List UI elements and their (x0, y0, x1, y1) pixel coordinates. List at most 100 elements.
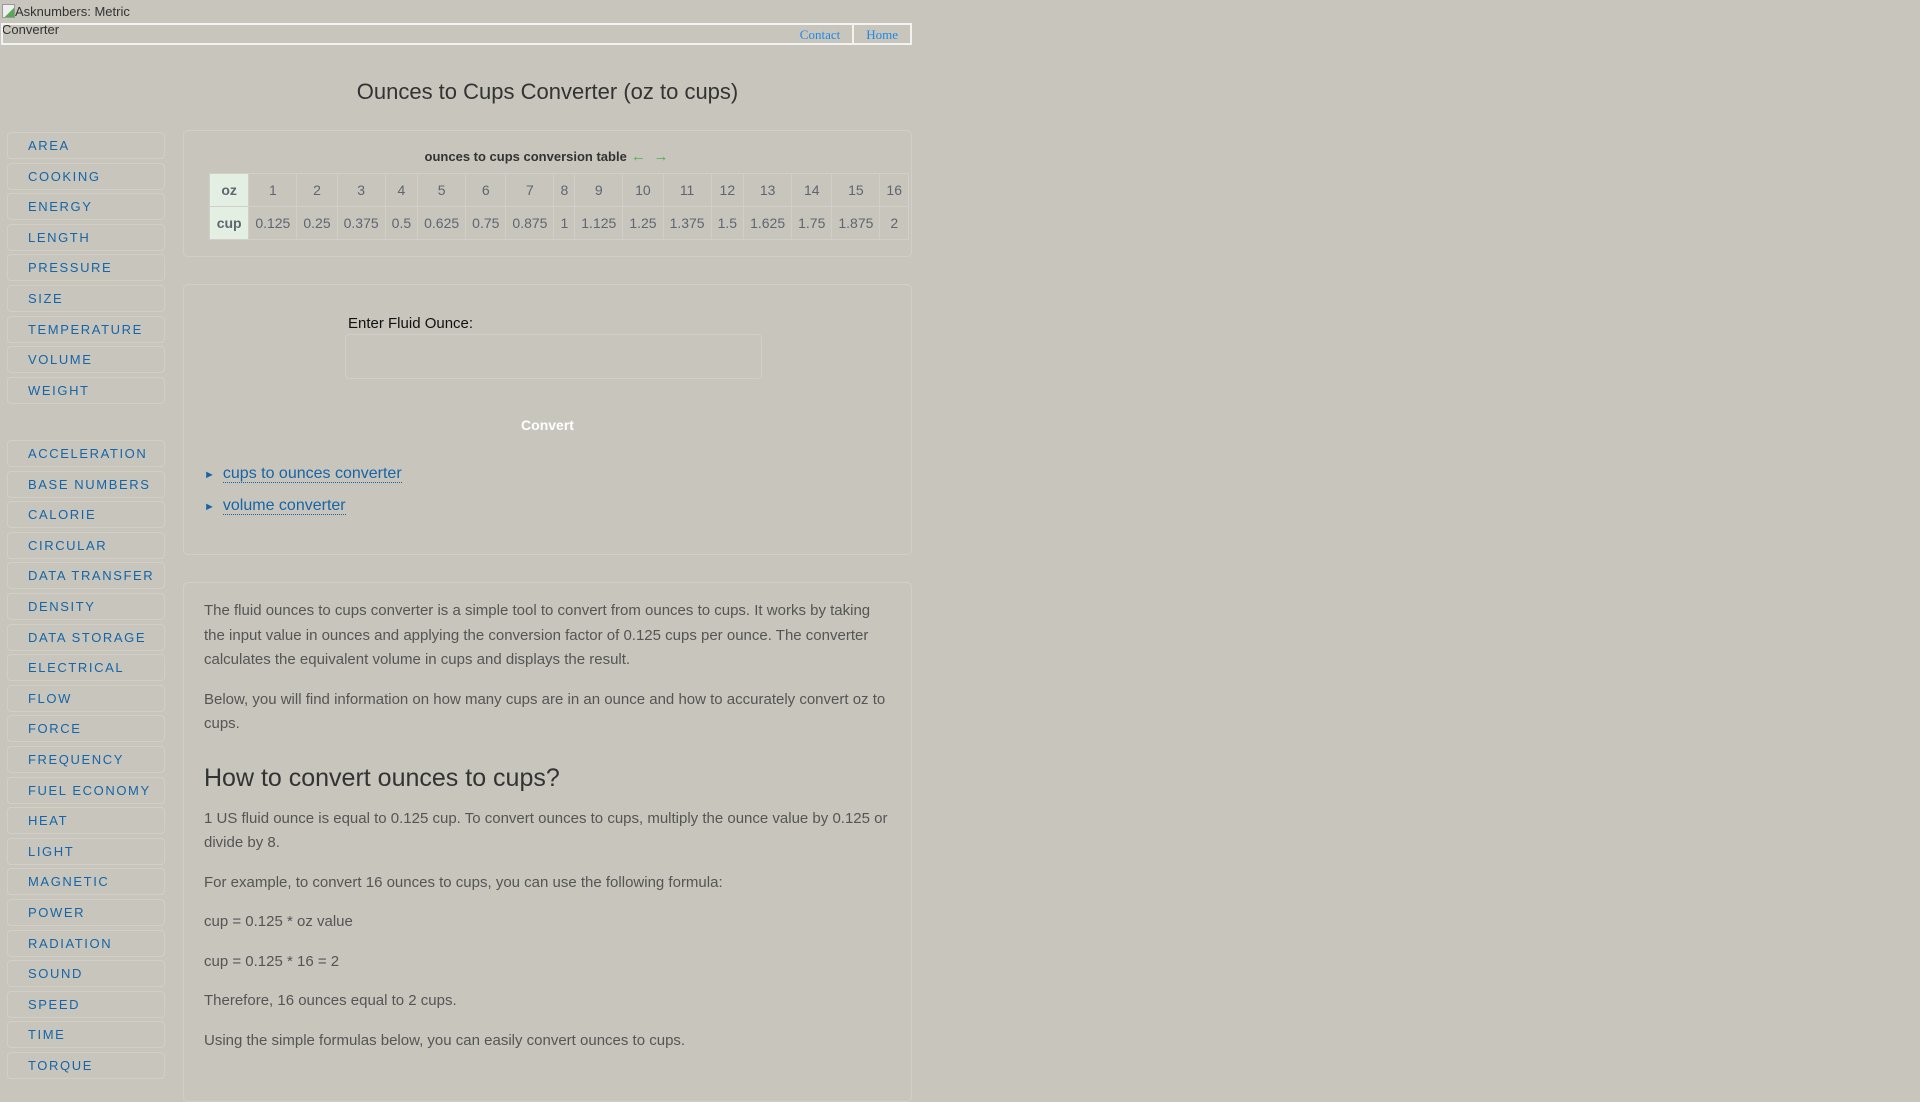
converter-form-panel: Enter Fluid Ounce: Convert ► cups to ounc… (183, 284, 912, 555)
table-caption-text: ounces to cups conversion table (424, 149, 627, 164)
article-paragraph: Using the simple formulas below, you can… (204, 1031, 686, 1049)
header-bar: Contact Home (1, 23, 912, 45)
sidebar-item[interactable]: FORCE (7, 715, 165, 743)
table-cell-oz: 5 (417, 173, 467, 207)
conversion-table-panel: ounces to cups conversion table ← → oz 1 2 3… (183, 130, 912, 257)
table-cell-oz: 1 (248, 173, 298, 207)
table-cell-cup: 1 (553, 206, 576, 240)
article-panel: The fluid ounces to cups converter is a … (183, 582, 912, 1102)
fluid-ounce-label: Enter Fluid Ounce: (348, 315, 474, 332)
sidebar-item[interactable]: MAGNETIC (7, 868, 165, 896)
article-paragraph: 1 US fluid ounce is equal to 0.125 cup. … (204, 809, 888, 852)
conversion-table: oz 1 2 3 4 5 6 7 8 9 10 11 12 13 14 15 16 cup 0.125 0.25 0.… (208, 173, 909, 240)
table-cell-cup: 1.375 (662, 206, 712, 240)
table-row-oz: oz 1 2 3 4 5 6 7 8 9 10 11 12 13 14 15 16 (208, 173, 909, 207)
sidebar-item[interactable]: AREA (7, 132, 165, 159)
formula-line: cup = 0.125 * oz value (204, 913, 353, 930)
article-paragraph: Below, you will find information on how … (204, 690, 886, 733)
sidebar-item[interactable]: TORQUE (7, 1051, 165, 1079)
table-cell-oz: 11 (662, 173, 712, 207)
table-cell-cup: 1.875 (831, 206, 881, 240)
nav-contact[interactable]: Contact (788, 25, 852, 43)
table-cell-oz: 14 (791, 173, 833, 207)
sidebar-item[interactable]: DENSITY (7, 592, 165, 620)
sidebar-item[interactable]: CALORIE (7, 501, 165, 529)
row-header-cup: cup (208, 206, 250, 240)
table-cell-cup: 1.5 (710, 206, 745, 240)
table-cell-cup: 0.75 (465, 206, 507, 240)
sidebar-item[interactable]: FLOW (7, 684, 165, 712)
table-cell-cup: 0.5 (384, 206, 419, 240)
related-link-item: ► cups to ounces converter (204, 465, 402, 483)
sidebar-item[interactable]: FUEL ECONOMY (7, 776, 165, 804)
table-cell-cup: 0.625 (417, 206, 467, 240)
article-paragraph: The fluid ounces to cups converter is a … (204, 602, 871, 668)
article-paragraph: For example, to convert 16 ounces to cup… (204, 873, 723, 891)
table-cell-oz: 9 (574, 173, 624, 207)
sidebar-item[interactable]: TEMPERATURE (7, 315, 165, 343)
table-cell-cup: 1.25 (622, 206, 664, 240)
table-cell-cup: 0.375 (336, 206, 386, 240)
table-cell-cup: 1.625 (743, 206, 793, 240)
page-title: Ounces to Cups Converter (oz to cups) (356, 79, 739, 104)
arrow-right-icon[interactable]: → (653, 148, 668, 165)
table-cell-cup: 0.25 (296, 206, 338, 240)
table-cell-oz: 8 (553, 173, 576, 207)
sidebar-item[interactable]: RADIATION (7, 929, 165, 957)
triangle-right-icon: ► (204, 501, 215, 513)
table-cell-oz: 16 (879, 173, 909, 207)
related-link-item: ► volume converter (204, 497, 346, 515)
sidebar-item[interactable]: LIGHT (7, 837, 165, 865)
fluid-ounce-input[interactable] (345, 334, 762, 379)
sidebar-item[interactable]: FREQUENCY (7, 745, 165, 773)
table-cell-oz: 12 (710, 173, 745, 207)
table-cell-oz: 7 (505, 173, 555, 207)
sidebar-item[interactable]: COOKING (7, 162, 165, 190)
table-cell-cup: 1.75 (791, 206, 833, 240)
sidebar-item[interactable]: DATA TRANSFER (7, 562, 165, 590)
formula-line: cup = 0.125 * 16 = 2 (204, 952, 340, 970)
arrow-left-icon[interactable]: ← (631, 148, 646, 165)
nav-home[interactable]: Home (852, 25, 912, 43)
sidebar-item[interactable]: BASE NUMBERS (7, 470, 165, 498)
table-row-cup: cup 0.125 0.25 0.375 0.5 0.625 0.75 0.875 1 1.125… (208, 206, 909, 240)
cups-to-ounces-link[interactable]: cups to ounces converter (222, 465, 402, 483)
sidebar-item[interactable]: POWER (7, 898, 165, 926)
article-paragraph: Therefore, 16 ounces equal to 2 cups. (204, 992, 457, 1009)
table-cell-cup: 2 (879, 206, 909, 240)
sidebar-item[interactable]: ACCELERATION (7, 440, 165, 467)
sidebar-item[interactable]: CIRCULAR (7, 531, 165, 559)
sidebar-item[interactable]: HEAT (7, 807, 165, 835)
triangle-right-icon: ► (204, 469, 215, 481)
table-cell-oz: 2 (296, 173, 338, 207)
broken-image-icon (2, 4, 15, 18)
sidebar-item[interactable]: ENERGY (7, 193, 165, 221)
sidebar-item[interactable]: DATA STORAGE (7, 623, 165, 651)
table-cell-oz: 10 (622, 173, 664, 207)
sidebar-item[interactable]: TIME (7, 1021, 165, 1049)
sidebar-item[interactable]: PRESSURE (7, 254, 165, 282)
row-header-oz: oz (208, 173, 250, 207)
sidebar-item[interactable]: WEIGHT (7, 376, 165, 404)
table-cell-oz: 3 (336, 173, 386, 207)
sidebar-item[interactable]: SIZE (7, 284, 165, 312)
sidebar-other-categories: ACCELERATION BASE NUMBERS CALORIE CIRCULAR D… (7, 440, 165, 1082)
top-nav: Contact Home (788, 25, 912, 43)
table-cell-oz: 4 (384, 173, 419, 207)
volume-converter-link[interactable]: volume converter (222, 497, 346, 515)
table-cell-oz: 15 (831, 173, 881, 207)
table-cell-cup: 1.125 (574, 206, 624, 240)
table-cell-oz: 13 (743, 173, 793, 207)
sidebar-item[interactable]: SOUND (7, 960, 165, 988)
sidebar-item[interactable]: VOLUME (7, 346, 165, 374)
convert-button[interactable]: Convert (184, 417, 911, 433)
table-caption: ounces to cups conversion table ← → (184, 148, 909, 165)
sidebar-item[interactable]: LENGTH (7, 223, 165, 251)
table-cell-oz: 6 (465, 173, 507, 207)
article-heading: How to convert ounces to cups? (204, 763, 560, 792)
table-cell-cup: 0.875 (505, 206, 555, 240)
table-cell-cup: 0.125 (248, 206, 298, 240)
sidebar-main-categories: AREA COOKING ENERGY LENGTH PRESSURE SIZE TEMPE… (7, 132, 165, 407)
sidebar-item[interactable]: ELECTRICAL (7, 654, 165, 682)
sidebar-item[interactable]: SPEED (7, 990, 165, 1018)
